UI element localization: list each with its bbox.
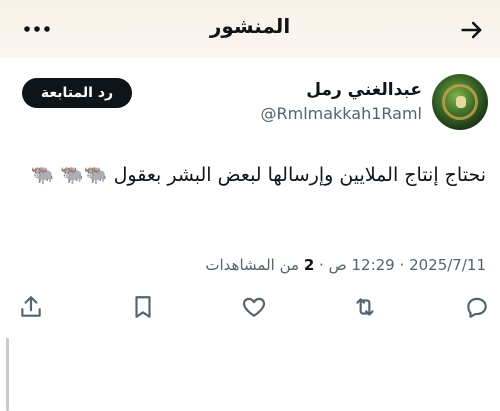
tweet-text: نحتاج إنتاج الملايين وإرسالها لبعض البشر… [30,164,486,186]
tweet-date: 2025/7/11 [409,256,486,274]
more-horizontal-icon[interactable] [22,15,52,43]
heart-icon[interactable] [237,294,267,324]
page-title: المنشور [209,14,291,38]
bookmark-icon[interactable] [126,294,156,324]
avatar[interactable] [432,74,488,130]
retweet-icon[interactable] [348,294,378,324]
meta-separator: · [319,256,324,274]
scrollbar[interactable] [6,338,9,411]
share-icon[interactable] [14,294,44,324]
follow-back-button[interactable]: رد المتابعة [22,78,132,108]
meta-separator: · [399,256,405,274]
author-handle[interactable]: @Rmlmakkah1Raml [260,104,422,123]
avatar-center [456,96,466,108]
tweet-actions [0,294,500,328]
author-name[interactable]: عبدالغني رمل [306,80,422,100]
views-label: من المشاهدات [205,256,300,274]
top-bar: المنشور [0,0,500,58]
reply-icon[interactable] [460,294,490,324]
tweet-time: 12:29 ص [328,256,395,274]
views-count[interactable]: 2 [304,256,314,274]
tweet-meta: 2025/7/11 · 12:29 ص · 2 من المشاهدات [205,256,486,274]
